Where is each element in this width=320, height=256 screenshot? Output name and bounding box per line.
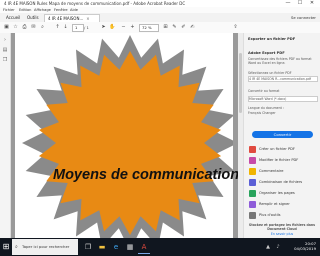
save-icon[interactable]: ▣ (3, 24, 10, 31)
tab-home[interactable]: Accueil (3, 14, 23, 22)
tool-comment[interactable]: Commentaire (248, 167, 318, 176)
document-viewer[interactable]: Moyens de communication (11, 33, 238, 238)
fit-page-icon[interactable]: ⊞ (162, 24, 169, 31)
volume-icon[interactable]: ♪ (272, 241, 284, 253)
file-explorer-icon[interactable]: ▬ (96, 241, 108, 253)
organize-pages-icon (249, 190, 256, 197)
edge-browser-icon[interactable]: e (110, 241, 122, 253)
thumbnails-icon[interactable]: ▤ (2, 47, 8, 53)
export-pdf-header[interactable]: Exporter un fichier PDF (248, 37, 295, 41)
bookmarks-icon[interactable]: ❐ (2, 57, 8, 63)
taskbar-search-box[interactable]: ⌕ Taper ici pour rechercher (12, 239, 78, 255)
right-tools-pane: Exporter un fichier PDF Adobe Export PDF… (243, 33, 320, 238)
acrobat-reader-icon[interactable]: A (138, 241, 150, 254)
page-down-icon[interactable]: ↓ (62, 24, 69, 31)
search-icon: ⌕ (15, 244, 18, 250)
windows-taskbar: ⊞ ⌕ Taper ici pour rechercher ❐ ▬ e ▦ A … (0, 238, 320, 256)
window-title: 4 IR 4E MAISON Rules Mapa de moyens de c… (4, 1, 186, 6)
minimize-button[interactable]: — (282, 0, 294, 7)
tool-label: Organiser les pages (259, 191, 295, 195)
page-number-input[interactable]: 1 (72, 24, 84, 32)
bookmark-icon[interactable]: ☆ (12, 24, 19, 31)
tab-document-label: 4 IR 4E MAISON... (48, 16, 84, 21)
edit-pdf-icon (249, 157, 256, 164)
tool-create-pdf[interactable]: Créer un fichier PDF (248, 145, 318, 154)
expand-panel-icon[interactable]: › (2, 37, 8, 43)
tray-clock[interactable]: 20:07 04/03/2019 (294, 241, 316, 251)
sign-icon[interactable]: ✍ (189, 24, 196, 31)
search-icon[interactable]: ⌕ (39, 24, 46, 31)
zoom-out-icon[interactable]: − (120, 24, 127, 31)
maximize-button[interactable]: ☐ (294, 0, 306, 7)
zoom-level-input[interactable]: 72 % (139, 24, 159, 32)
combine-files-icon (249, 179, 256, 186)
document-scrollbar-thumb[interactable] (239, 53, 242, 113)
tool-label: Plus d'outils (259, 213, 281, 217)
share-icon[interactable]: ⇪ (232, 24, 239, 31)
starburst-graphic (22, 35, 233, 238)
windows-start-icon[interactable]: ⊞ (0, 238, 12, 256)
highlight-icon[interactable]: ✐ (180, 24, 187, 31)
sign-in-button[interactable]: Se connecter (291, 14, 316, 22)
page-total: / 1 (84, 25, 89, 30)
create-pdf-icon (249, 146, 256, 153)
document-language-label: Langue du document : (248, 106, 284, 110)
export-description: Convertissez des fichiers PDF au format … (248, 57, 312, 65)
close-icon[interactable]: × (86, 16, 89, 21)
tool-label: Créer un fichier PDF (259, 147, 295, 151)
tool-combine-files[interactable]: Combinaison de fichiers (248, 178, 318, 187)
document-language-value[interactable]: Français Changer (248, 111, 276, 115)
tool-fill-sign[interactable]: Remplir et signer (248, 200, 318, 209)
export-product-title: Adobe Export PDF (248, 51, 285, 55)
pdf-page: Moyens de communication (15, 33, 238, 238)
more-tools-icon (249, 212, 256, 219)
print-icon[interactable]: ⎙ (21, 24, 28, 31)
hand-tool-icon[interactable]: ✋ (109, 24, 116, 31)
taskbar-search-placeholder: Taper ici pour rechercher (22, 244, 70, 249)
convert-format-select[interactable]: Microsoft Word (*.docx) (248, 96, 318, 102)
tab-tools[interactable]: Outils (24, 14, 42, 22)
task-view-icon[interactable]: ❐ (82, 241, 94, 253)
document-cloud-promo: Stockez et partagez les fichiers dans Do… (248, 223, 316, 231)
document-heading: Moyens de communication (53, 167, 238, 183)
tool-more-tools[interactable]: Plus d'outils (248, 211, 318, 220)
zoom-in-icon[interactable]: + (129, 24, 136, 31)
comment-icon[interactable]: ✎ (171, 24, 178, 31)
store-icon[interactable]: ▦ (124, 241, 136, 253)
select-file-label: Sélectionnez un fichier PDF (248, 71, 292, 75)
fill-sign-icon (249, 201, 256, 208)
tool-label: Remplir et signer (259, 202, 290, 206)
tool-label: Modifier le fichier PDF (259, 158, 299, 162)
select-tool-icon[interactable]: ➤ (100, 24, 107, 31)
tray-date: 04/03/2019 (294, 246, 316, 251)
convert-to-label: Convertir au format (248, 89, 280, 93)
tool-label: Combinaison de fichiers (259, 180, 303, 184)
tool-label: Commentaire (259, 169, 284, 173)
comment-tool-icon (249, 168, 256, 175)
left-navigation-pane: › ▤ ❐ (0, 33, 11, 238)
email-icon[interactable]: ✉ (30, 24, 37, 31)
selected-file-field[interactable]: 4 IR 4E MAISON R...communication.pdf (248, 76, 318, 82)
page-up-icon[interactable]: ↑ (54, 24, 61, 31)
close-button[interactable]: ✕ (306, 0, 318, 7)
learn-more-link[interactable]: En savoir plus (248, 232, 316, 236)
tool-edit-pdf[interactable]: Modifier le fichier PDF (248, 156, 318, 165)
tool-organize-pages[interactable]: Organiser les pages (248, 189, 318, 198)
convert-button[interactable]: Convertir (252, 131, 313, 138)
